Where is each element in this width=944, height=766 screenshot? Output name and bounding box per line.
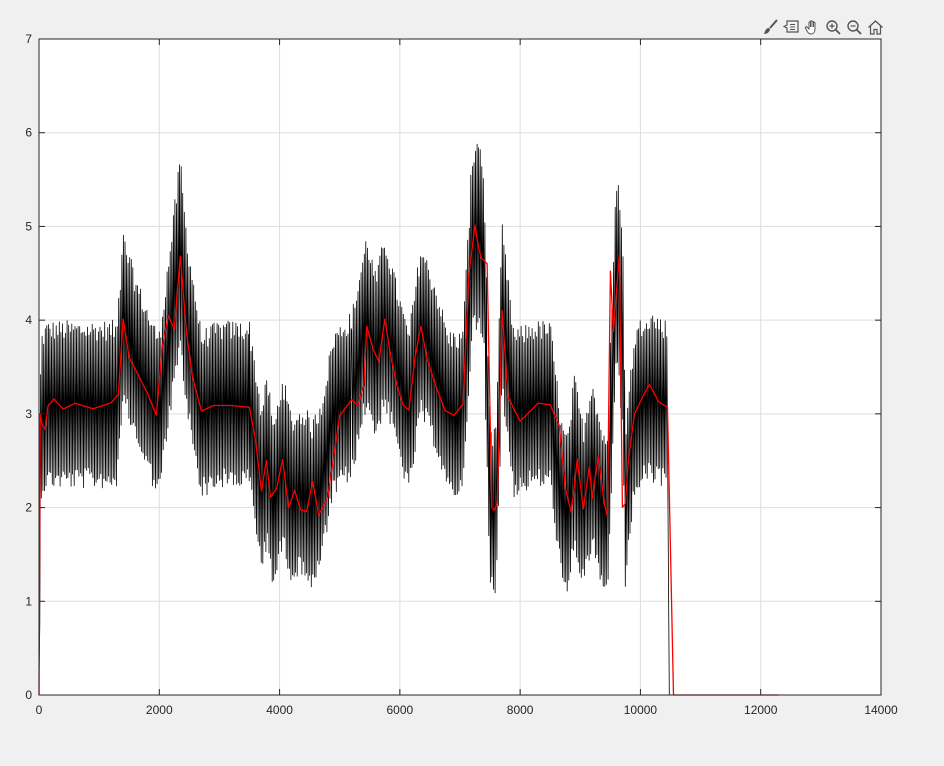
plot-area: 0 2000 4000 6000 8000 10000 12000 14000 0 1 2 3 4 5 6 7 — [25, 32, 898, 717]
y-tick-label: 7 — [25, 32, 32, 46]
figure-window: 0 2000 4000 6000 8000 10000 12000 14000 0 1 2 3 4 5 6 7 — [0, 0, 944, 766]
x-tick-label: 10000 — [624, 703, 658, 717]
y-tick-label: 5 — [25, 219, 32, 233]
y-tick-label: 3 — [25, 407, 32, 421]
x-tick-label: 8000 — [507, 703, 534, 717]
x-tick-label: 14000 — [864, 703, 898, 717]
y-tick-label: 4 — [25, 313, 32, 327]
x-tick-label: 2000 — [146, 703, 173, 717]
x-tick-label: 0 — [36, 703, 43, 717]
x-tick-label: 12000 — [744, 703, 778, 717]
x-tick-label: 4000 — [266, 703, 293, 717]
y-tick-label: 6 — [25, 126, 32, 140]
x-tick-label: 6000 — [387, 703, 414, 717]
y-tick-label: 0 — [25, 688, 32, 702]
y-tick-label: 1 — [25, 594, 32, 608]
y-tick-label: 2 — [25, 501, 32, 515]
